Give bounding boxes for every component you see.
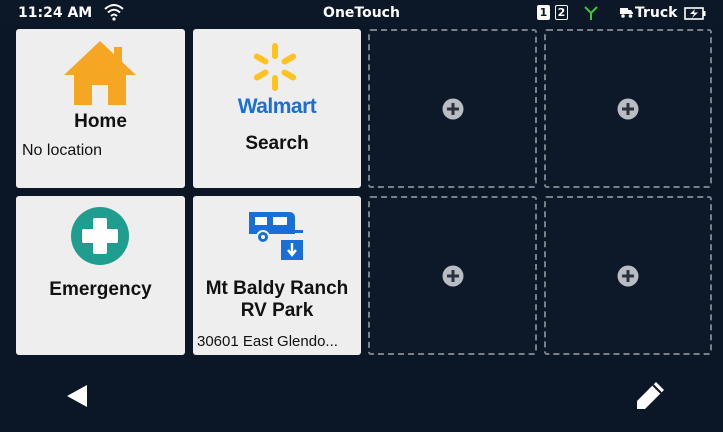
empty-slot[interactable] [544,29,712,188]
tile-subtitle: No location [22,142,103,159]
tile-walmart-search[interactable]: Walmart Search [193,29,361,188]
pencil-icon[interactable] [634,380,666,412]
app-title: OneTouch [323,5,400,21]
battery-charging-icon [684,7,706,20]
status-bar: 11:24 AM OneTouch 1 2 Truck [0,0,723,26]
slot-2-badge: 2 [555,5,568,20]
empty-slot[interactable] [368,29,537,188]
tile-title: Mt Baldy Ranch RV Park [205,278,349,321]
antenna-icon [584,6,598,20]
tile-home[interactable]: Home No location [16,29,185,188]
vehicle-profile[interactable]: Truck [620,5,678,21]
empty-slot[interactable] [544,196,712,355]
add-icon [442,265,463,286]
tile-title: Search [245,133,309,154]
tile-subtitle: 30601 East Glendo... [197,333,338,350]
walmart-logo: Walmart [237,95,317,118]
vehicle-label: Truck [635,5,678,21]
tile-rv-park[interactable]: Mt Baldy Ranch RV Park 30601 East Glendo… [193,196,361,355]
back-arrow-icon[interactable] [65,384,89,408]
add-icon [617,98,639,119]
add-icon [617,265,639,286]
tile-title: Emergency [49,279,152,300]
house-icon [64,41,136,105]
tile-title: Home [74,111,127,132]
tile-emergency[interactable]: Emergency [16,196,185,355]
rv-park-icon [249,212,303,260]
truck-icon [620,8,633,18]
medical-cross-icon [71,207,129,265]
walmart-spark-icon [253,43,297,91]
add-icon [442,98,463,119]
slot-1-badge: 1 [537,5,550,20]
empty-slot[interactable] [368,196,537,355]
